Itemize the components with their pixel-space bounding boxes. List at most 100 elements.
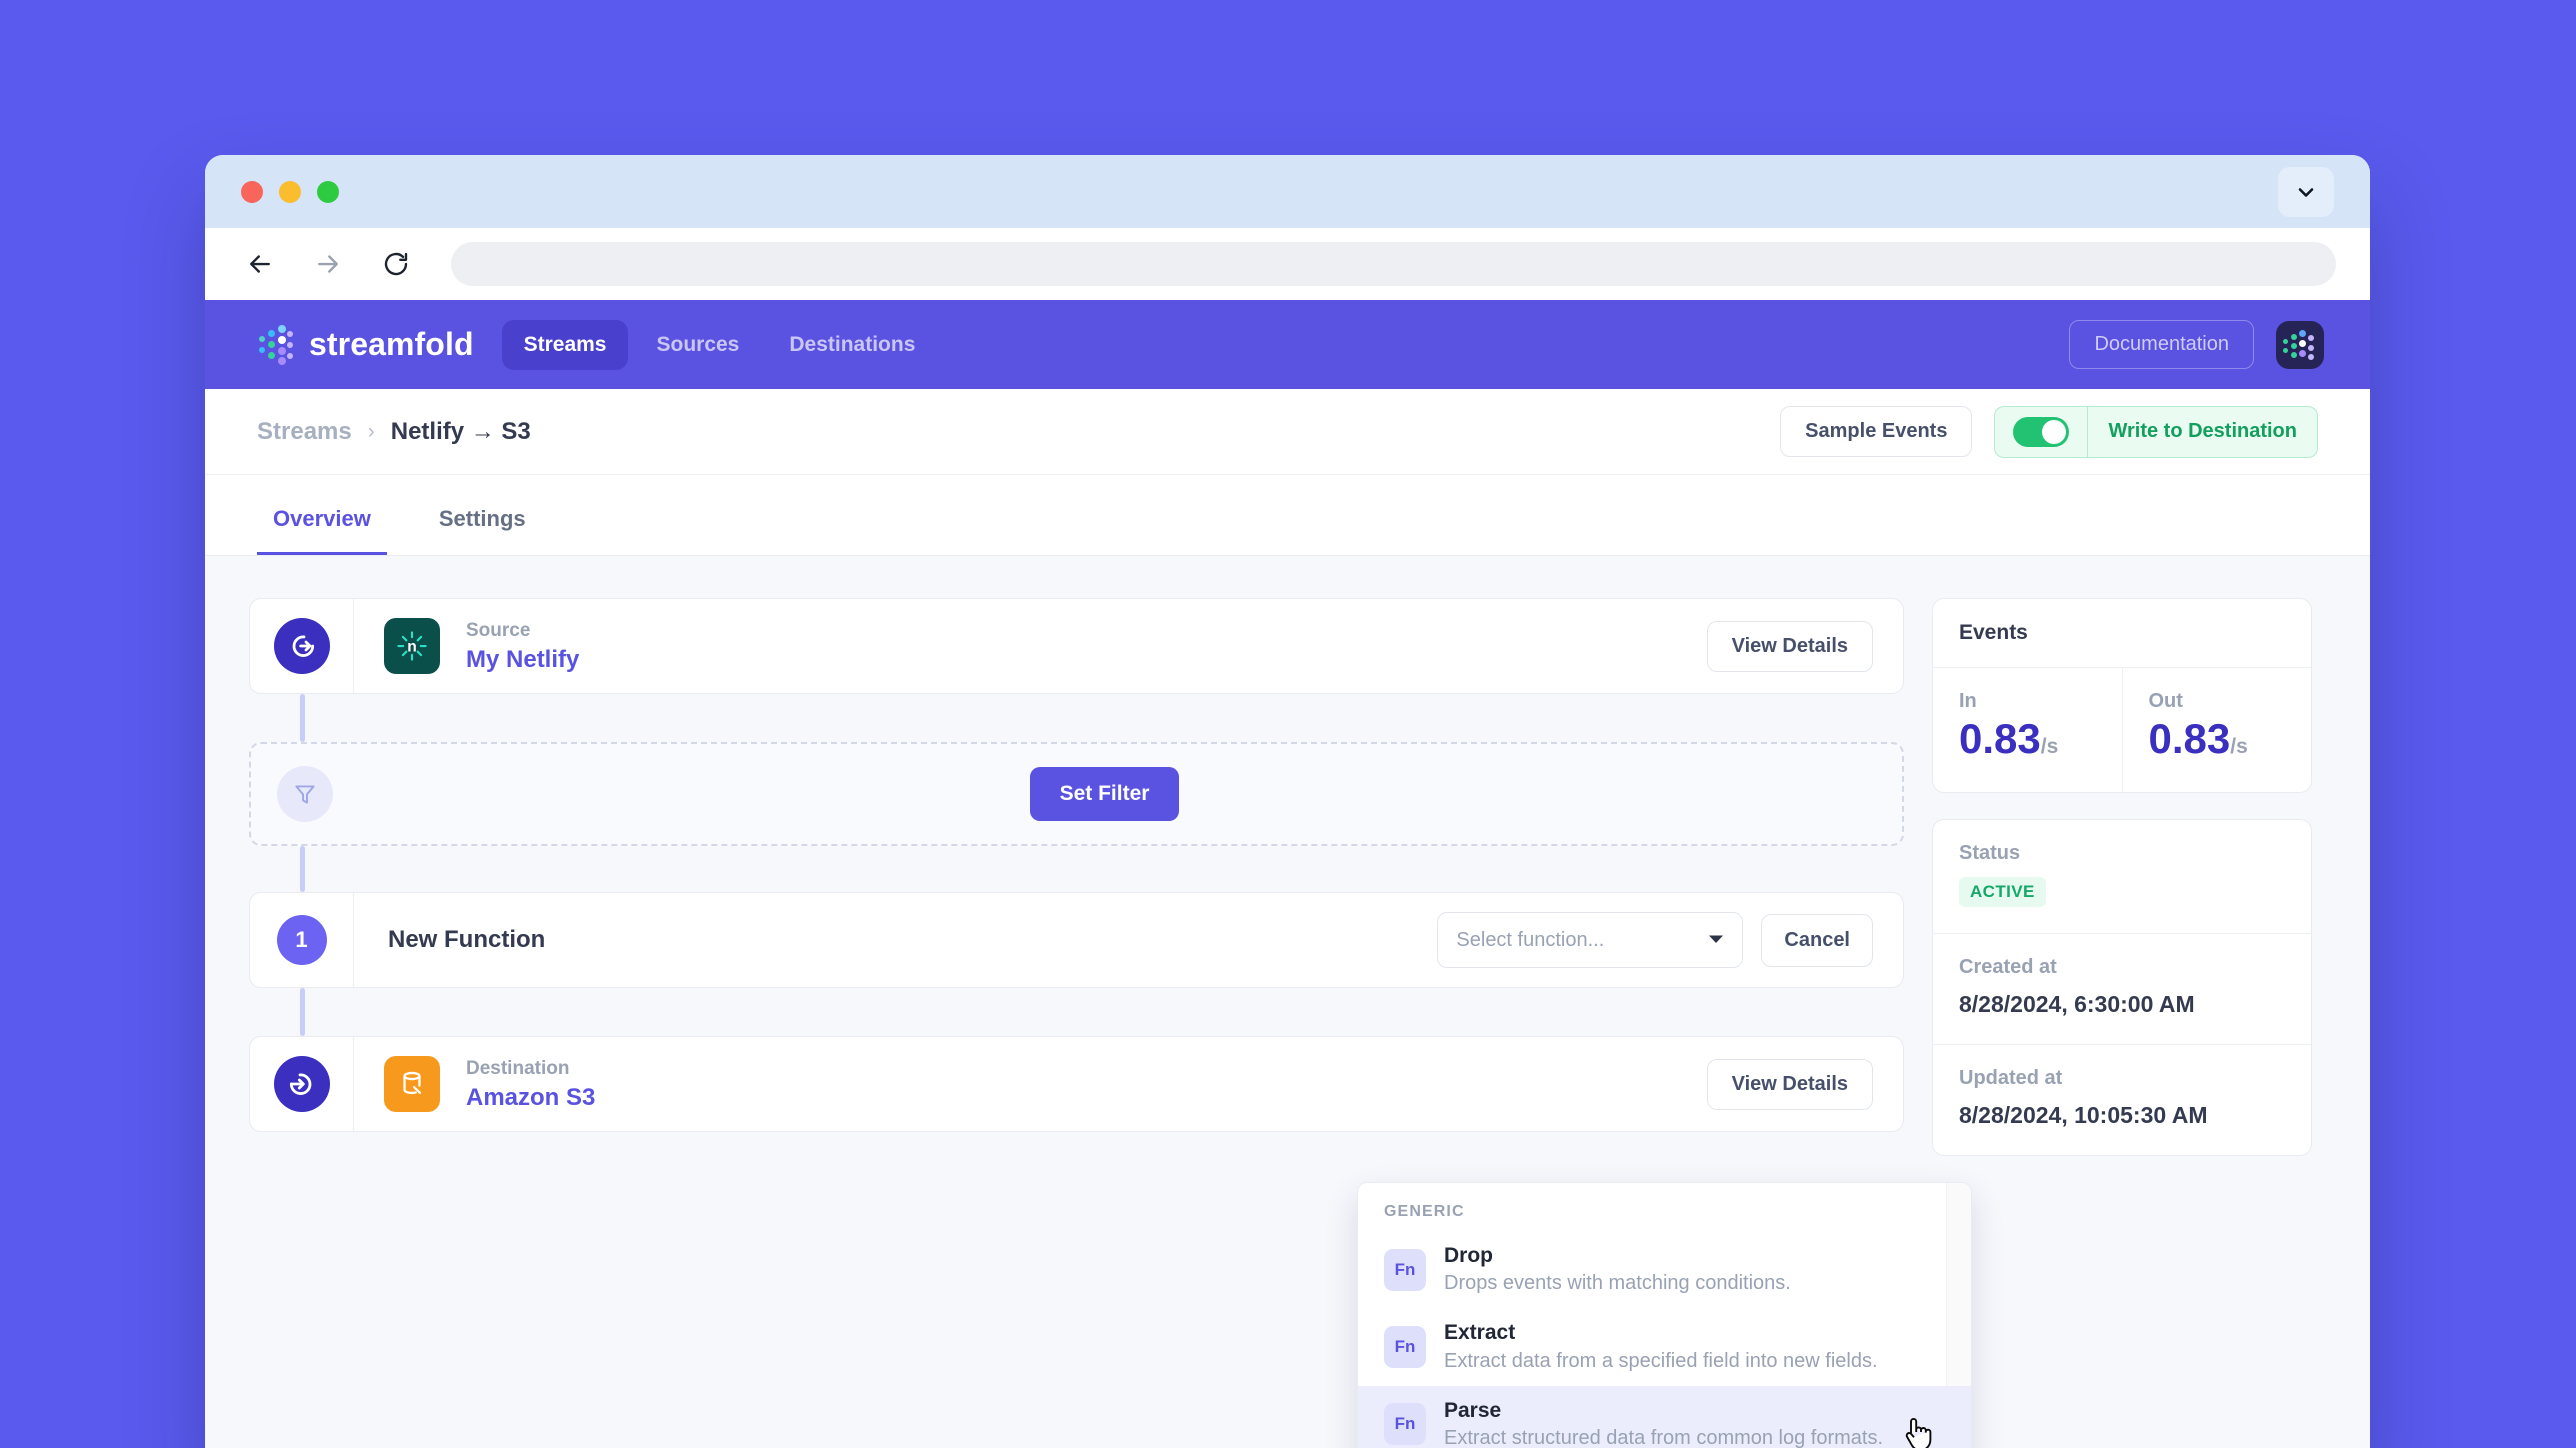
close-window-button[interactable]	[241, 180, 263, 203]
source-card: n Source My Netlify View Details	[249, 598, 1904, 694]
source-node-icon	[273, 618, 330, 674]
app-header-right: Documentation	[2069, 320, 2338, 369]
function-step-number: 1	[276, 915, 327, 965]
function-body: New Function Select function... Cancel	[354, 893, 1903, 987]
reload-icon[interactable]	[375, 243, 417, 285]
function-select-placeholder: Select function...	[1456, 928, 1605, 951]
avatar[interactable]	[2276, 320, 2324, 369]
destination-body: Destination Amazon S3 View Details	[354, 1037, 1903, 1131]
filter-card: Set Filter	[249, 742, 1904, 846]
menu-option-text: Parse Extract structured data from commo…	[1444, 1397, 1883, 1448]
destination-card: Destination Amazon S3 View Details	[249, 1036, 1904, 1132]
status-row: Status ACTIVE	[1933, 820, 2311, 933]
source-view-details-button[interactable]: View Details	[1706, 620, 1873, 672]
menu-option-description: Extract structured data from common log …	[1444, 1427, 1884, 1448]
set-filter-button[interactable]: Set Filter	[1029, 767, 1180, 821]
destination-actions: View Details	[1706, 1058, 1873, 1110]
function-card: 1 New Function Select function... Cancel	[249, 892, 1904, 988]
forward-icon[interactable]	[307, 243, 349, 285]
tab-overview[interactable]: Overview	[257, 506, 387, 555]
chevron-down-icon	[1708, 931, 1724, 949]
menu-option-extract[interactable]: Fn Extract Extract data from a specified…	[1358, 1308, 1971, 1385]
app-header: streamfold Streams Sources Destinations …	[205, 300, 2370, 389]
events-out-value-wrap: 0.83/s	[2149, 713, 2286, 766]
menu-option-drop[interactable]: Fn Drop Drops events with matching condi…	[1358, 1231, 1971, 1308]
events-out-value: 0.83	[2148, 715, 2231, 762]
documentation-button[interactable]: Documentation	[2069, 320, 2254, 369]
events-in-value: 0.83	[1959, 715, 2041, 762]
function-select[interactable]: Select function...	[1437, 912, 1744, 968]
source-name[interactable]: My Netlify	[466, 644, 579, 675]
menu-option-text: Extract Extract data from a specified fi…	[1444, 1319, 1878, 1374]
fn-badge-icon: Fn	[1384, 1326, 1426, 1369]
source-body: n Source My Netlify View Details	[354, 599, 1903, 693]
breadcrumb: Streams › Netlify → S3	[257, 418, 531, 446]
connector-source-filter	[300, 694, 305, 742]
status-label: Status	[1959, 841, 2021, 864]
write-to-destination-label[interactable]: Write to Destination	[2087, 406, 2317, 457]
page-title: Netlify → S3	[390, 417, 531, 445]
fn-badge-icon: Fn	[1384, 1403, 1426, 1446]
destination-view-details-button[interactable]: View Details	[1706, 1058, 1873, 1110]
menu-option-description: Drops events with matching conditions.	[1444, 1272, 1791, 1295]
content-area: n Source My Netlify View Details Set Fil…	[205, 556, 2370, 1448]
chevron-down-icon[interactable]	[2278, 166, 2334, 217]
updated-at-row: Updated at 8/28/2024, 10:05:30 AM	[1933, 1043, 2311, 1155]
events-in-label: In	[1959, 690, 1977, 712]
nav-item-streams[interactable]: Streams	[501, 319, 629, 370]
events-panel: Events In 0.83/s Out 0.83/s	[1932, 598, 2312, 793]
destination-gutter	[250, 1037, 354, 1131]
destination-kind-label: Destination	[466, 1057, 570, 1079]
events-in-metric: In 0.83/s	[1933, 668, 2122, 792]
created-at-label: Created at	[1959, 955, 2057, 978]
menu-group-label: GENERIC	[1384, 1203, 1465, 1220]
details-sidebar: Events In 0.83/s Out 0.83/s Status ACTIV…	[1932, 598, 2312, 1448]
sample-events-button[interactable]: Sample Events	[1780, 406, 1973, 457]
back-icon[interactable]	[239, 243, 281, 285]
updated-at-label: Updated at	[1959, 1066, 2063, 1089]
events-panel-title: Events	[1933, 599, 2311, 668]
mouse-cursor	[1900, 1413, 1936, 1448]
brand[interactable]: streamfold	[259, 324, 474, 365]
created-at-row: Created at 8/28/2024, 6:30:00 AM	[1933, 932, 2311, 1044]
tab-settings[interactable]: Settings	[423, 506, 542, 555]
menu-option-name: Drop	[1444, 1244, 1493, 1267]
menu-option-description: Extract data from a specified field into…	[1444, 1349, 1878, 1372]
stream-meta-panel: Status ACTIVE Created at 8/28/2024, 6:30…	[1932, 818, 2312, 1156]
menu-options-list: GENERIC Fn Drop Drops events with matchi…	[1358, 1183, 1971, 1448]
function-cancel-button[interactable]: Cancel	[1761, 913, 1873, 967]
nav-item-sources[interactable]: Sources	[634, 320, 761, 370]
events-out-unit: /s	[2230, 735, 2248, 758]
menu-option-name: Extract	[1444, 1321, 1516, 1345]
nav-item-destinations[interactable]: Destinations	[767, 320, 937, 370]
netlify-icon: n	[384, 618, 440, 674]
url-input[interactable]	[451, 242, 2336, 286]
window-controls	[241, 180, 339, 203]
function-controls: Select function... Cancel	[1437, 912, 1873, 968]
breadcrumb-bar: Streams › Netlify → S3 Sample Events Wri…	[205, 389, 2370, 475]
function-select-menu: GENERIC Fn Drop Drops events with matchi…	[1357, 1182, 1972, 1448]
status-badge: ACTIVE	[1959, 876, 2046, 907]
events-in-value-wrap: 0.83/s	[1959, 713, 2096, 766]
events-metrics: In 0.83/s Out 0.83/s	[1933, 668, 2311, 792]
maximize-window-button[interactable]	[317, 180, 339, 203]
source-kind-label: Source	[466, 619, 531, 641]
destination-node-icon	[273, 1056, 330, 1112]
streamfold-logo-icon	[259, 324, 293, 365]
events-out-metric: Out 0.83/s	[2121, 668, 2312, 792]
amazon-s3-icon	[384, 1056, 440, 1112]
connector-function-destination	[300, 988, 305, 1036]
source-actions: View Details	[1706, 620, 1873, 672]
breadcrumb-parent[interactable]: Streams	[257, 418, 352, 446]
menu-option-text: Drop Drops events with matching conditio…	[1444, 1242, 1791, 1297]
menu-option-parse[interactable]: Fn Parse Extract structured data from co…	[1358, 1385, 1971, 1448]
browser-window: streamfold Streams Sources Destinations …	[205, 155, 2370, 1448]
svg-text:n: n	[407, 639, 417, 656]
write-toggle-cell	[1995, 407, 2087, 457]
titlebar-right	[2278, 166, 2334, 217]
write-to-destination-toggle[interactable]	[2013, 416, 2070, 447]
breadcrumb-actions: Sample Events Write to Destination	[1780, 405, 2318, 458]
updated-at-value: 8/28/2024, 10:05:30 AM	[1959, 1101, 2208, 1128]
destination-name[interactable]: Amazon S3	[466, 1082, 595, 1113]
minimize-window-button[interactable]	[279, 180, 301, 203]
